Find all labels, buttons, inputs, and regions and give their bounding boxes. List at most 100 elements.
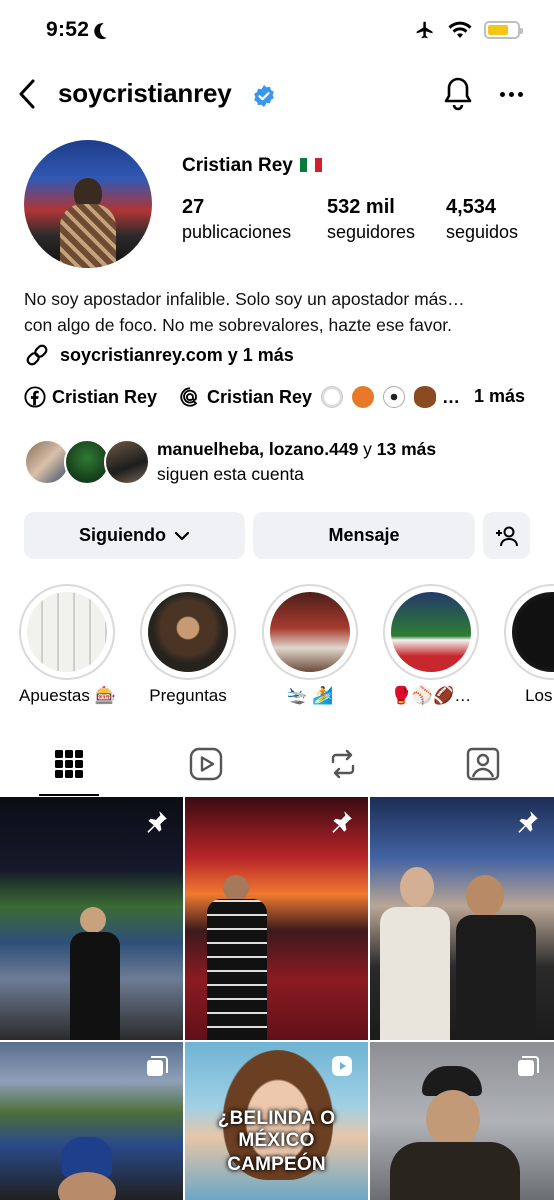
social-more-link[interactable]: 1 más [474,386,525,407]
tab-grid[interactable] [35,732,103,796]
followed-by-names: manuelheba, lozano.449 [157,439,359,459]
tab-tagged[interactable] [449,732,517,796]
highlight-cover [391,592,471,672]
post-overlay-line-2: CAMPEÓN [227,1154,326,1175]
stat-followers[interactable]: 532 mil seguidores [327,196,415,243]
followed-by-suffix: siguen esta cuenta [157,464,304,484]
threads-icon [180,387,198,407]
pin-icon [147,811,167,833]
post-thumbnail[interactable] [370,797,554,1040]
suggest-users-button[interactable] [483,512,530,559]
highlight-cover [27,592,107,672]
stat-posts-value: 27 [182,196,205,218]
airplane-icon [416,21,433,39]
post-thumbnail[interactable] [185,797,368,1040]
carousel-icon [518,1056,539,1076]
post-thumbnail[interactable] [370,1042,554,1200]
basketball-emoji-icon [352,386,375,408]
social-links-row: Cristian Rey Cristian Rey … 1 más [24,386,534,414]
profile-bio: No soy apostador infalible. Solo soy un … [24,286,534,338]
highlight-label: Preguntas [149,686,227,705]
tab-reels[interactable] [172,732,240,796]
facebook-icon [24,386,46,408]
soccer-emoji-icon [383,386,406,408]
football-emoji-icon [414,386,437,408]
threads-link[interactable]: Cristian Rey … [179,386,460,408]
message-button[interactable]: Mensaje [253,512,475,559]
post-overlay-title: ¿BELINDA O MÉXICO CAMPEÓN [185,1108,368,1176]
profile-username: soycristianrey [58,78,232,108]
profile-link[interactable]: soycristianrey.com y 1 más [24,342,294,368]
profile-actions: Siguiendo Mensaje [24,512,530,559]
stat-following-value: 4,534 [446,196,497,218]
following-button[interactable]: Siguiendo [24,512,245,559]
posts-grid: ¿BELINDA O MÉXICO CAMPEÓN [0,797,554,1200]
tab-reposts[interactable] [309,732,377,796]
grid-icon [55,750,83,778]
status-icons [414,20,523,40]
profile-display-name: Cristian Rey [182,155,323,177]
avatar [104,439,150,485]
profile-content-tabs [0,732,554,796]
highlight-item[interactable]: 🥊⚾🏈… [383,584,479,706]
post-thumbnail[interactable]: ¿BELINDA O MÉXICO CAMPEÓN [185,1042,368,1200]
threads-ellipsis: … [442,386,461,407]
status-bar: 9:52 [0,0,554,64]
stat-followers-label: seguidores [327,222,416,242]
stat-posts[interactable]: 27 publicaciones [182,196,291,243]
highlight-item[interactable]: Preguntas [140,584,236,706]
reels-icon [189,747,223,781]
battery-icon [484,21,523,39]
profile-header: soycristianrey [0,72,554,118]
post-thumbnail[interactable] [0,1042,183,1200]
post-overlay-line-1: ¿BELINDA O MÉXICO [217,1108,336,1151]
pin-icon [332,811,352,833]
facebook-name: Cristian Rey [52,386,158,407]
bio-line-2: con algo de foco. No me sobrevalores, ha… [24,315,453,335]
pin-icon [518,811,538,833]
post-thumbnail[interactable] [0,797,183,1040]
display-name-text: Cristian Rey [182,155,293,176]
baseball-emoji-icon [321,386,344,408]
highlight-label: Apuestas 🎰 [19,686,116,705]
facebook-link[interactable]: Cristian Rey [24,386,157,408]
active-tab-indicator [39,794,99,796]
followed-by-text: manuelheba, lozano.449 y 13 más siguen e… [157,437,436,487]
highlight-label: Los Re [525,686,554,705]
chevron-down-icon [174,531,190,540]
carousel-icon [147,1056,168,1076]
bio-line-1: No soy apostador infalible. Solo soy un … [24,289,465,309]
profile-link-text: soycristianrey.com y 1 más [60,344,294,365]
stat-followers-value: 532 mil [327,196,395,218]
stat-posts-label: publicaciones [182,222,292,242]
followed-by-connector: y [358,439,377,459]
add-user-icon [495,526,518,546]
notification-bell-icon[interactable] [442,76,474,112]
highlight-cover [148,592,228,672]
story-highlights: Apuestas 🎰 Preguntas 🛬 🏄 🥊⚾🏈… Los Re [0,584,554,714]
reel-icon [332,1056,352,1076]
highlight-item[interactable]: 🛬 🏄 [262,584,358,706]
followed-by-row[interactable]: manuelheba, lozano.449 y 13 más siguen e… [24,437,534,487]
social-more-text: 1 más [474,386,526,406]
profile-avatar[interactable] [24,140,152,268]
followed-by-avatars [24,437,150,487]
more-options-icon[interactable] [500,92,523,97]
highlight-item[interactable]: Apuestas 🎰 [19,584,116,706]
back-button[interactable] [12,78,42,110]
wifi-icon [448,21,472,38]
following-button-label: Siguiendo [79,525,166,545]
mexico-flag-icon [300,158,323,172]
chevron-left-icon [19,79,35,109]
highlight-cover [270,592,350,672]
highlight-cover [512,592,554,672]
verified-badge-icon [254,85,274,107]
stat-following[interactable]: 4,534 seguidos [446,196,518,243]
highlight-label: 🛬 🏄 [286,686,334,705]
message-button-label: Mensaje [328,525,400,545]
threads-name: Cristian Rey [207,386,313,407]
followed-by-more: 13 más [376,439,437,459]
status-time: 9:52 [46,18,90,41]
highlight-item[interactable]: Los Re [504,584,554,706]
reposts-icon [331,749,355,779]
